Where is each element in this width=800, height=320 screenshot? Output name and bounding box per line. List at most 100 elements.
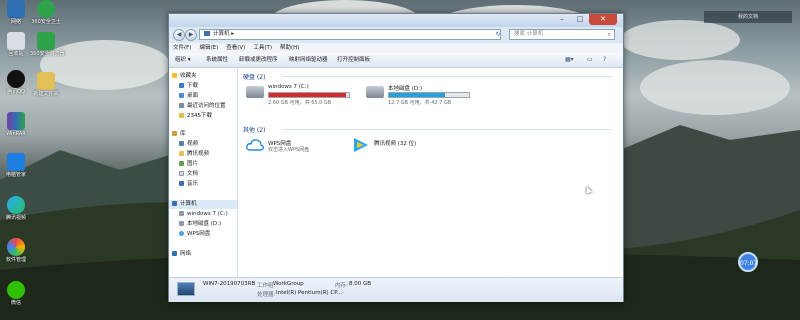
drive-name: 本地磁盘 (D:) bbox=[388, 86, 423, 92]
nav-network[interactable]: 网络 bbox=[172, 250, 191, 259]
preview-pane-icon[interactable]: ▭ bbox=[587, 55, 593, 65]
floating-ball[interactable]: 07:07 bbox=[738, 252, 758, 272]
nav-music[interactable]: 音乐 bbox=[179, 180, 198, 189]
desktop-icon-wechat[interactable]: 微信 bbox=[0, 281, 32, 306]
desktop-icon-360-browser[interactable]: 360安全浏览器 bbox=[30, 32, 65, 57]
open-control-panel-button[interactable]: 打开控制面板 bbox=[337, 53, 370, 67]
desktop-icon-tencent-video[interactable]: 腾讯视频 bbox=[0, 196, 32, 221]
hard-drive-icon bbox=[366, 86, 384, 98]
nav-wps-cloud[interactable]: WPS网盘 bbox=[179, 230, 210, 239]
nav-videos[interactable]: 视频 bbox=[179, 140, 198, 149]
browser-360-icon bbox=[37, 32, 55, 50]
nav-downloads[interactable]: 下载 bbox=[179, 82, 198, 91]
nav-label: WPS网盘 bbox=[187, 231, 211, 237]
nav-tencent-video[interactable]: 腾讯视频 bbox=[179, 150, 209, 159]
drive-usage-fill bbox=[389, 93, 445, 97]
organize-button[interactable]: 组织 ▾ bbox=[175, 53, 191, 67]
desktop-icon-recycle-bin[interactable]: 回收站 bbox=[0, 32, 32, 57]
network-icon bbox=[7, 0, 25, 18]
nav-2345-downloads[interactable]: 2345下载 bbox=[179, 112, 212, 121]
desktop-icon-software-manager[interactable]: 软件管理 bbox=[0, 238, 32, 263]
desktop-icon-pc-manager[interactable]: 电脑管家 bbox=[0, 153, 32, 178]
close-button[interactable]: ✕ bbox=[589, 14, 617, 25]
menu-file[interactable]: 文件(F) bbox=[169, 43, 195, 53]
desktop-icon-label: 360安全浏览器 bbox=[30, 51, 65, 57]
group-header-drives[interactable]: 硬盘 (2) bbox=[243, 72, 265, 81]
nav-desktop[interactable]: 桌面 bbox=[179, 92, 198, 101]
nav-drive-d[interactable]: 本地磁盘 (D:) bbox=[179, 220, 221, 229]
maximize-button[interactable]: □ bbox=[571, 14, 589, 25]
group-divider bbox=[282, 76, 612, 77]
drive-size: 2.60 GB 可用，共 65.0 GB bbox=[268, 100, 332, 106]
nav-recent-places[interactable]: 最近访问的位置 bbox=[179, 102, 226, 111]
nav-label: 视频 bbox=[187, 141, 199, 147]
desktop-icon-label: 新建文件夹 bbox=[33, 91, 59, 97]
desktop-icon-label: WinRAR bbox=[6, 131, 26, 137]
hard-drive-icon bbox=[246, 86, 264, 98]
desktop-icon-network[interactable]: 网络 bbox=[0, 0, 32, 25]
nav-computer[interactable]: 计算机 bbox=[169, 200, 237, 209]
tencent-video-icon bbox=[354, 138, 368, 152]
group-header-other[interactable]: 其他 (2) bbox=[243, 125, 265, 134]
top-right-label[interactable]: 我的文档 bbox=[704, 11, 792, 23]
nav-pictures[interactable]: 图片 bbox=[179, 160, 198, 169]
map-network-drive-button[interactable]: 映射网络驱动器 bbox=[289, 53, 328, 67]
nav-libraries[interactable]: 库 bbox=[172, 130, 186, 139]
folder-icon bbox=[179, 113, 184, 118]
desktop-icon bbox=[179, 93, 184, 98]
address-path: 计算机 ▸ bbox=[213, 31, 235, 37]
drive-usage-bar bbox=[388, 92, 470, 98]
music-icon bbox=[179, 181, 184, 186]
library-icon bbox=[172, 131, 177, 136]
title-bar[interactable]: – □ ✕ bbox=[169, 14, 623, 27]
desktop-icon-folder[interactable]: 新建文件夹 bbox=[30, 72, 62, 97]
videos-icon bbox=[179, 141, 184, 146]
nav-label: 2345下载 bbox=[187, 113, 212, 119]
item-name: 腾讯视频 (32 位) bbox=[374, 141, 417, 147]
uninstall-program-button[interactable]: 卸载或更改程序 bbox=[239, 53, 278, 67]
wps-cloud-item[interactable]: WPS网盘 双击进入WPS网盘 bbox=[246, 137, 346, 155]
help-icon[interactable]: ? bbox=[603, 55, 606, 65]
pc-manager-icon bbox=[7, 153, 25, 171]
nav-documents[interactable]: 文档 bbox=[179, 170, 198, 179]
back-button[interactable]: ◀ bbox=[173, 29, 185, 41]
pictures-icon bbox=[179, 161, 184, 166]
desktop-icon-360[interactable]: 360安全卫士 bbox=[30, 0, 62, 25]
command-bar: 组织 ▾ 系统属性 卸载或更改程序 映射网络驱动器 打开控制面板 ▦▾ ▭ ? bbox=[169, 53, 623, 68]
cpu-label: 处理器: bbox=[257, 292, 276, 298]
menu-view[interactable]: 查看(V) bbox=[222, 43, 249, 53]
system-properties-button[interactable]: 系统属性 bbox=[206, 53, 228, 67]
drive-tile-c[interactable]: windows 7 (C:) 2.60 GB 可用，共 65.0 GB bbox=[246, 84, 356, 108]
cloud-icon bbox=[179, 231, 184, 236]
tencent-video-item[interactable]: 腾讯视频 (32 位) bbox=[352, 137, 452, 155]
nav-favorites[interactable]: 收藏夹 bbox=[172, 72, 197, 81]
menu-edit[interactable]: 编辑(E) bbox=[195, 43, 222, 53]
drive-name: windows 7 (C:) bbox=[268, 84, 309, 90]
refresh-icon[interactable]: ↻ bbox=[493, 29, 503, 40]
nav-label: 音乐 bbox=[187, 181, 199, 187]
menu-tools[interactable]: 工具(T) bbox=[249, 43, 276, 53]
memory-value: 8.00 GB bbox=[349, 281, 372, 287]
drive-usage-bar bbox=[268, 92, 350, 98]
desktop-icon-label: 软件管理 bbox=[5, 257, 26, 263]
drive-tile-d[interactable]: 本地磁盘 (D:) 12.7 GB 可用，共 42.7 GB bbox=[366, 84, 476, 108]
nav-label: 本地磁盘 (D:) bbox=[187, 221, 222, 227]
menu-help[interactable]: 帮助(H) bbox=[276, 43, 303, 53]
forward-button[interactable]: ▶ bbox=[185, 29, 197, 41]
view-options-icon[interactable]: ▦▾ bbox=[565, 55, 574, 65]
desktop-icon-label: 腾讯视频 bbox=[5, 215, 26, 221]
item-subtitle: 双击进入WPS网盘 bbox=[268, 147, 310, 153]
search-input[interactable]: 搜索 计算机 ⌕ bbox=[509, 29, 615, 40]
desktop-icon-label: 360安全卫士 bbox=[31, 19, 61, 25]
cloud-icon bbox=[246, 139, 264, 151]
desktop-icon-qq[interactable]: 腾讯QQ bbox=[0, 70, 32, 95]
search-icon[interactable]: ⌕ bbox=[608, 30, 611, 39]
nav-label: 库 bbox=[180, 131, 186, 137]
cloud bbox=[620, 20, 740, 60]
address-row: ◀ ▶ 计算机 ▸ ↻ 搜索 计算机 ⌕ bbox=[169, 27, 623, 43]
desktop-icon-winrar[interactable]: WinRAR bbox=[0, 112, 32, 137]
minimize-button[interactable]: – bbox=[553, 14, 571, 25]
folder-icon bbox=[179, 151, 184, 156]
nav-drive-c[interactable]: windows 7 (C:) bbox=[179, 210, 228, 219]
address-bar[interactable]: 计算机 ▸ bbox=[199, 29, 501, 40]
